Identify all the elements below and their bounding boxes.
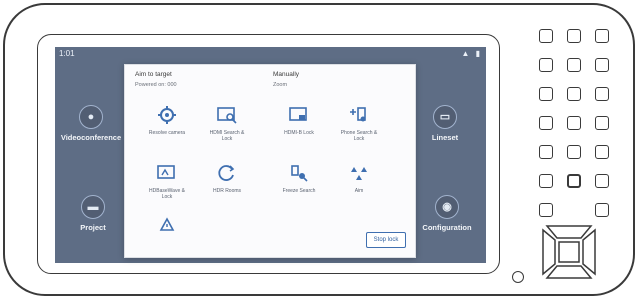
item-label: Resolve camera bbox=[148, 130, 186, 136]
keypad-key-14[interactable] bbox=[567, 145, 581, 159]
keypad-key-20[interactable] bbox=[595, 203, 609, 217]
keypad-key-9[interactable] bbox=[595, 87, 609, 101]
item-label: Freeze Search bbox=[282, 188, 316, 194]
screen-lock-icon bbox=[287, 103, 311, 127]
power-button[interactable] bbox=[512, 271, 524, 283]
keypad-key-6[interactable] bbox=[595, 58, 609, 72]
item-aim[interactable]: Aim bbox=[337, 161, 381, 194]
navigation-dpad[interactable] bbox=[539, 222, 599, 282]
item-freeze-search[interactable]: Freeze Search bbox=[277, 161, 321, 194]
stop-lock-button[interactable]: Stop lock bbox=[366, 232, 406, 248]
keypad-key-16[interactable] bbox=[539, 174, 553, 188]
phone-search-icon bbox=[347, 103, 371, 127]
keypad-key-11[interactable] bbox=[567, 116, 581, 130]
item-hdbasewave-lock[interactable]: HDBaseWave & Lock bbox=[145, 161, 189, 200]
dpad-down[interactable] bbox=[545, 265, 593, 279]
gear-icon bbox=[155, 103, 179, 127]
keypad-key-3[interactable] bbox=[595, 29, 609, 43]
aim-dialog: Aim to target Powered on: 000 Manually Z… bbox=[124, 64, 416, 258]
left-section-title: Aim to target bbox=[135, 71, 172, 78]
display-lock-icon bbox=[155, 161, 179, 185]
triangles-icon bbox=[347, 161, 371, 185]
item-label: HDMI Search & Lock bbox=[209, 130, 245, 142]
item-label: HDBaseWave & Lock bbox=[149, 188, 185, 200]
item-warning[interactable] bbox=[145, 213, 189, 240]
keypad-key-7[interactable] bbox=[539, 87, 553, 101]
item-phone-search-lock[interactable]: Phone Search & Lock bbox=[337, 103, 381, 142]
item-label: Phone Search & Lock bbox=[340, 130, 378, 142]
keypad-key-2[interactable] bbox=[567, 29, 581, 43]
keypad-key-10[interactable] bbox=[539, 116, 553, 130]
right-section-subtitle: Zoom bbox=[273, 82, 288, 88]
keypad-key-5[interactable] bbox=[567, 58, 581, 72]
search-screen-icon bbox=[215, 103, 239, 127]
keypad-key-4[interactable] bbox=[539, 58, 553, 72]
keypad-key-8[interactable] bbox=[567, 87, 581, 101]
keypad-key-18[interactable] bbox=[595, 174, 609, 188]
item-label: HDMI-B Lock bbox=[284, 130, 314, 136]
right-section-title: Manually bbox=[273, 71, 300, 78]
keypad-key-17[interactable] bbox=[567, 174, 581, 188]
item-label: Aim bbox=[354, 188, 364, 194]
keypad-key-1[interactable] bbox=[539, 29, 553, 43]
keypad-key-19[interactable] bbox=[539, 203, 553, 217]
item-label: HDR Rooms bbox=[212, 188, 242, 194]
left-section-subtitle: Powered on: 000 bbox=[135, 82, 177, 88]
keypad-key-13[interactable] bbox=[539, 145, 553, 159]
keypad-key-15[interactable] bbox=[595, 145, 609, 159]
dpad-center[interactable] bbox=[558, 241, 580, 263]
item-resolve-camera[interactable]: Resolve camera bbox=[145, 103, 189, 136]
rotate-icon bbox=[215, 161, 239, 185]
freeze-search-icon bbox=[287, 161, 311, 185]
item-hdmi-b-lock[interactable]: HDMI-B Lock bbox=[277, 103, 321, 136]
dpad-right[interactable] bbox=[582, 228, 596, 276]
dpad-up[interactable] bbox=[545, 225, 593, 239]
warning-icon bbox=[155, 213, 179, 237]
dpad-left[interactable] bbox=[542, 228, 556, 276]
keypad-key-12[interactable] bbox=[595, 116, 609, 130]
item-hdr-rooms[interactable]: HDR Rooms bbox=[205, 161, 249, 194]
item-hdmi-search-lock[interactable]: HDMI Search & Lock bbox=[205, 103, 249, 142]
